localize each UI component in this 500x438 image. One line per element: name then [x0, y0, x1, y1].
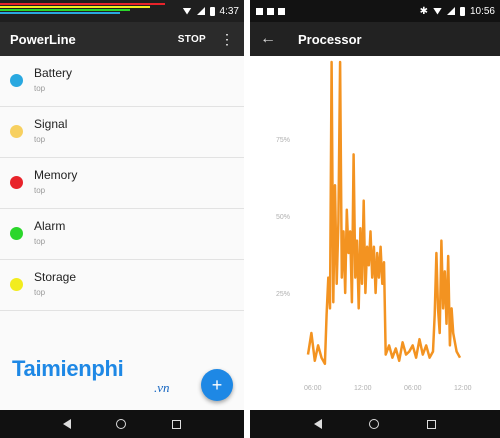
- watermark-logo: Taimienphi .vn: [12, 356, 170, 395]
- list-item-label: Signal: [34, 117, 68, 131]
- status-bar: 4:37: [0, 0, 244, 22]
- app-toolbar: PowerLine STOP ⋮: [0, 22, 244, 56]
- x-tick-label: 06:00: [304, 385, 322, 392]
- list-item-label: Battery: [34, 66, 73, 80]
- nav-back-icon[interactable]: [62, 419, 71, 429]
- list-item-signal[interactable]: Signal top: [0, 107, 244, 158]
- status-time: 10:56: [469, 5, 495, 17]
- status-time: 4:37: [219, 5, 239, 17]
- notification-icon: [256, 7, 263, 15]
- add-fab-button[interactable]: +: [201, 369, 233, 401]
- x-tick-label: 06:00: [404, 385, 422, 392]
- signal-icon: [446, 7, 455, 15]
- watermark-text: Taimienphi: [12, 356, 124, 381]
- list-item-subtitle: top: [34, 186, 46, 195]
- battery-icon: [209, 6, 215, 16]
- status-bar: ✱ 10:56: [250, 0, 500, 22]
- notification-icon: [278, 7, 285, 15]
- left-phone-screen: 4:37 PowerLine STOP ⋮ Battery top Signal…: [0, 0, 244, 438]
- back-arrow-icon[interactable]: ←: [260, 30, 276, 48]
- app-title: PowerLine: [10, 31, 76, 47]
- notification-color-lines: [0, 3, 170, 15]
- nav-recents-icon[interactable]: [427, 419, 437, 429]
- navigation-bar: [0, 410, 244, 438]
- navigation-bar: [250, 410, 500, 438]
- y-tick-label: 75%: [276, 137, 290, 144]
- memory-color-dot: [10, 176, 23, 189]
- y-tick-label: 50%: [276, 214, 290, 221]
- list-item-label: Alarm: [34, 219, 66, 233]
- alarm-color-dot: [10, 227, 23, 240]
- battery-color-dot: [10, 74, 23, 87]
- plus-icon: +: [211, 374, 223, 395]
- wifi-icon: [182, 7, 192, 15]
- nav-recents-icon[interactable]: [172, 419, 182, 429]
- signal-color-dot: [10, 125, 23, 138]
- monitor-list: Battery top Signal top Memory top Alarm …: [0, 56, 244, 311]
- wifi-icon: [432, 7, 442, 15]
- list-item-alarm[interactable]: Alarm top: [0, 209, 244, 260]
- storage-color-dot: [10, 278, 23, 291]
- nav-home-icon[interactable]: [369, 419, 380, 429]
- list-item-subtitle: top: [34, 288, 46, 297]
- list-item-subtitle: top: [34, 84, 46, 93]
- list-item-memory[interactable]: Memory top: [0, 158, 244, 209]
- processor-usage-line: [306, 60, 462, 366]
- more-vert-icon[interactable]: ⋮: [220, 32, 234, 46]
- list-item-battery[interactable]: Battery top: [0, 56, 244, 107]
- x-tick-label: 12:00: [454, 385, 472, 392]
- list-item-storage[interactable]: Storage top: [0, 260, 244, 311]
- list-item-label: Storage: [34, 270, 77, 284]
- watermark-domain: .vn: [154, 380, 170, 395]
- right-phone-screen: ✱ 10:56 ← Processor 75% 50% 25% 06:00 12:00 0…: [250, 0, 500, 438]
- processor-chart: 75% 50% 25% 06:00 12:00 06:00 12:00: [250, 56, 500, 410]
- battery-icon: [459, 6, 465, 16]
- bluetooth-icon: ✱: [419, 5, 428, 17]
- signal-icon: [196, 7, 205, 15]
- y-tick-label: 25%: [276, 291, 290, 298]
- processor-chart-svg: 75% 50% 25% 06:00 12:00 06:00 12:00: [276, 60, 472, 392]
- nav-back-icon[interactable]: [313, 419, 322, 429]
- list-item-label: Memory: [34, 168, 78, 182]
- processor-toolbar: ← Processor: [250, 22, 500, 56]
- x-tick-label: 12:00: [354, 385, 372, 392]
- list-item-subtitle: top: [34, 237, 46, 246]
- notification-icon: [267, 7, 274, 15]
- stop-button[interactable]: STOP: [178, 34, 206, 45]
- list-item-subtitle: top: [34, 135, 46, 144]
- nav-home-icon[interactable]: [116, 419, 127, 429]
- page-title: Processor: [298, 31, 362, 47]
